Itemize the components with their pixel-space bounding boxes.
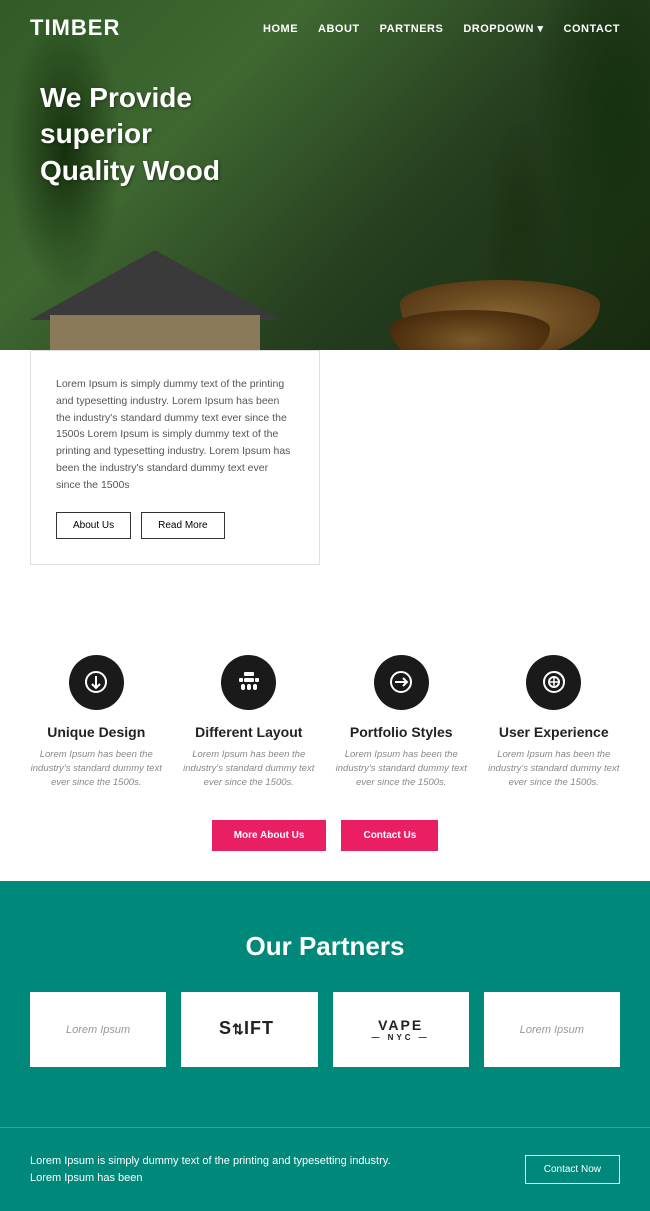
different-layout-desc: Lorem Ipsum has been the industry's stan… [183, 748, 316, 791]
partner-card-4: Lorem Ipsum [484, 992, 620, 1067]
nav-link-home[interactable]: HOME [263, 23, 298, 35]
nav-links: HOME ABOUT PARTNERS DROPDOWN ▾ CONTACT [263, 19, 620, 37]
navigation: TIMBER HOME ABOUT PARTNERS DROPDOWN ▾ CO… [0, 0, 650, 56]
hero-headline-line2: Quality Wood [40, 155, 220, 186]
partner-card-shift: S ⇅ IFT [181, 992, 317, 1067]
contact-now-button[interactable]: Contact Now [525, 1155, 620, 1184]
features-section: Unique Design Lorem Ipsum has been the i… [0, 605, 650, 882]
nav-item-home[interactable]: HOME [263, 19, 298, 37]
different-layout-title: Different Layout [195, 724, 302, 740]
unique-design-icon [69, 655, 124, 710]
read-more-button[interactable]: Read More [141, 512, 224, 539]
more-about-us-button[interactable]: More About Us [212, 820, 327, 851]
partner-shift-label: S ⇅ IFT [214, 1012, 284, 1047]
partners-section: Our Partners Lorem Ipsum S ⇅ IFT VAPE— N… [0, 881, 650, 1127]
info-box-text: Lorem Ipsum is simply dummy text of the … [56, 376, 294, 494]
feature-user-experience: User Experience Lorem Ipsum has been the… [488, 655, 621, 791]
features-buttons: More About Us Contact Us [30, 820, 620, 851]
nav-link-partners[interactable]: PARTNERS [380, 23, 444, 35]
nav-item-about[interactable]: ABOUT [318, 19, 360, 37]
footer-cta: Lorem Ipsum is simply dummy text of the … [0, 1127, 650, 1211]
partner-vape-sub: — NYC — [371, 1033, 429, 1043]
partner-1-label: Lorem Ipsum [66, 1024, 130, 1036]
features-grid: Unique Design Lorem Ipsum has been the i… [30, 655, 620, 791]
partner-card-vape: VAPE— NYC — [333, 992, 469, 1067]
svg-text:⇅: ⇅ [232, 1021, 245, 1037]
nav-item-contact[interactable]: CONTACT [564, 19, 620, 37]
contact-us-button[interactable]: Contact Us [341, 820, 438, 851]
info-box: Lorem Ipsum is simply dummy text of the … [30, 350, 320, 565]
nav-item-partners[interactable]: PARTNERS [380, 19, 444, 37]
nav-link-contact[interactable]: CONTACT [564, 23, 620, 35]
partner-card-1: Lorem Ipsum [30, 992, 166, 1067]
info-section: Lorem Ipsum is simply dummy text of the … [0, 350, 650, 605]
unique-design-desc: Lorem Ipsum has been the industry's stan… [30, 748, 163, 791]
unique-design-title: Unique Design [47, 724, 145, 740]
feature-portfolio-styles: Portfolio Styles Lorem Ipsum has been th… [335, 655, 468, 791]
hero-headline: We Provide superior Quality Wood [40, 80, 300, 189]
user-experience-desc: Lorem Ipsum has been the industry's stan… [488, 748, 621, 791]
site-logo[interactable]: TIMBER [30, 15, 120, 41]
svg-text:IFT: IFT [244, 1018, 274, 1038]
user-experience-title: User Experience [499, 724, 609, 740]
partners-title: Our Partners [30, 931, 620, 962]
footer-cta-text: Lorem Ipsum is simply dummy text of the … [30, 1153, 410, 1186]
portfolio-styles-desc: Lorem Ipsum has been the industry's stan… [335, 748, 468, 791]
feature-unique-design: Unique Design Lorem Ipsum has been the i… [30, 655, 163, 791]
partner-4-label: Lorem Ipsum [520, 1024, 584, 1036]
partner-vape-label: VAPE— NYC — [371, 1017, 429, 1043]
partners-grid: Lorem Ipsum S ⇅ IFT VAPE— NYC — Lorem Ip… [30, 992, 620, 1067]
different-layout-icon [221, 655, 276, 710]
nav-item-dropdown[interactable]: DROPDOWN ▾ [463, 19, 543, 37]
hero-headline-line1: We Provide superior [40, 82, 192, 149]
nav-link-about[interactable]: ABOUT [318, 23, 360, 35]
hero-section: TIMBER HOME ABOUT PARTNERS DROPDOWN ▾ CO… [0, 0, 650, 380]
hero-house-roof [30, 250, 280, 320]
svg-text:S: S [219, 1018, 232, 1038]
portfolio-styles-title: Portfolio Styles [350, 724, 453, 740]
user-experience-icon [526, 655, 581, 710]
portfolio-styles-icon [374, 655, 429, 710]
nav-link-dropdown[interactable]: DROPDOWN ▾ [463, 23, 543, 35]
about-us-button[interactable]: About Us [56, 512, 131, 539]
feature-different-layout: Different Layout Lorem Ipsum has been th… [183, 655, 316, 791]
info-box-buttons: About Us Read More [56, 512, 294, 539]
